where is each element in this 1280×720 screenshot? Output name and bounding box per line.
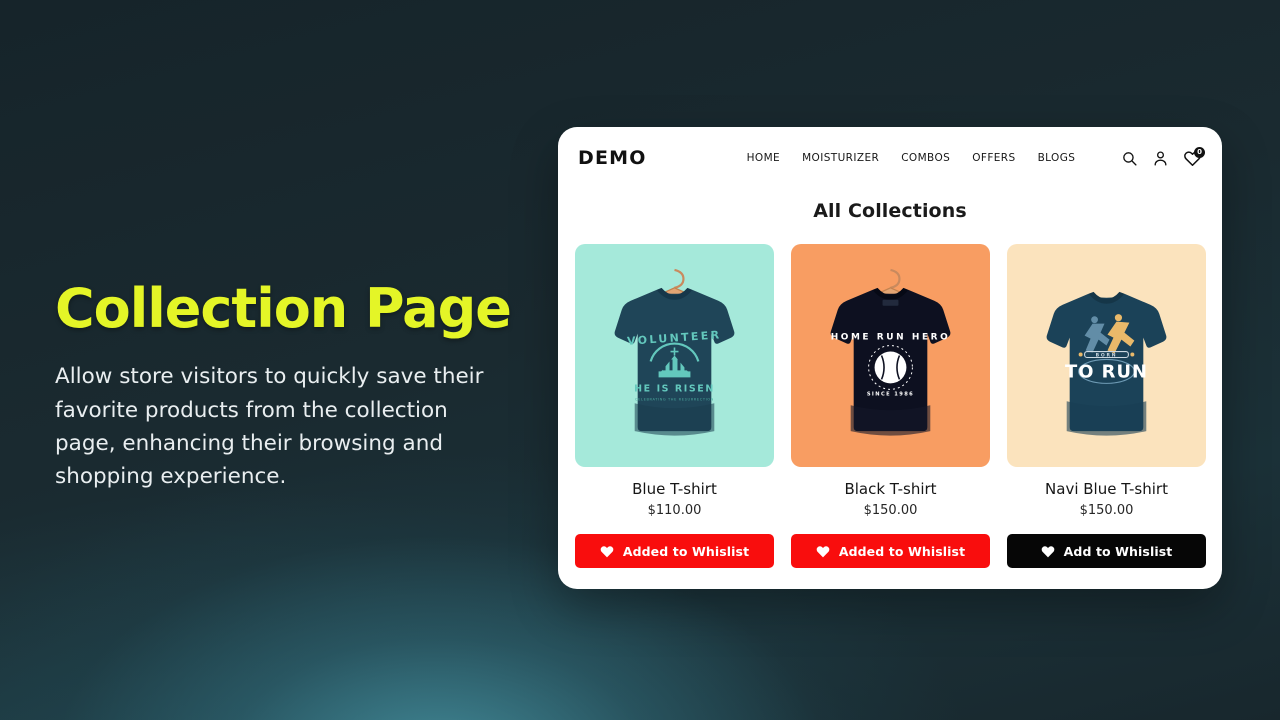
svg-text:HE IS RISEN: HE IS RISEN (634, 383, 715, 394)
tshirt-illustration: BORN TO RUN (1046, 291, 1167, 436)
tshirt-illustration: VOLUNTEER HE IS RISEN CELEBRATING THE RE… (614, 268, 735, 436)
hero-description: Allow store visitors to quickly save the… (55, 364, 484, 490)
product-image-blue-tshirt[interactable]: VOLUNTEER HE IS RISEN CELEBRATING THE RE… (575, 244, 774, 467)
site-header: DEMO HOME MOISTURIZER COMBOS OFFERS BLOG… (558, 127, 1222, 189)
main-nav: HOME MOISTURIZER COMBOS OFFERS BLOGS (747, 152, 1076, 164)
add-to-wishlist-button[interactable]: Add to Whislist (1007, 534, 1206, 568)
page-title: Collection Page (55, 277, 512, 340)
product-image-black-tshirt[interactable]: HOME RUN HERO SINCE 1986 (791, 244, 990, 467)
product-name[interactable]: Black T-shirt (791, 480, 990, 498)
heart-icon (816, 545, 830, 558)
product-image-navi-blue-tshirt[interactable]: BORN TO RUN (1007, 244, 1206, 467)
svg-text:HOME RUN HERO: HOME RUN HERO (831, 333, 951, 343)
svg-text:SINCE 1986: SINCE 1986 (867, 391, 914, 397)
wishlist-button-label: Added to Whislist (838, 543, 966, 559)
wishlist-count-badge: 0 (1194, 146, 1205, 158)
section-title: All Collections (813, 200, 967, 222)
svg-text:BORN: BORN (1096, 352, 1118, 358)
user-icon[interactable] (1152, 150, 1169, 167)
nav-item-blogs[interactable]: BLOGS (1038, 152, 1076, 164)
brand-logo[interactable]: DEMO (578, 147, 647, 169)
hero-text-pane: Collection Page Allow store visitors to … (55, 277, 525, 494)
product-grid: VOLUNTEER HE IS RISEN CELEBRATING THE RE… (558, 222, 1222, 568)
product-name[interactable]: Blue T-shirt (575, 480, 774, 498)
product-card[interactable]: BORN TO RUN Navi Blue T-shirt $150.00 Ad… (1007, 244, 1206, 568)
store-preview-panel: DEMO HOME MOISTURIZER COMBOS OFFERS BLOG… (558, 127, 1222, 589)
wishlist-button-label: Add to Whislist (1063, 543, 1173, 559)
wishlist-heart-icon[interactable]: 0 (1183, 146, 1205, 168)
nav-item-moisturizer[interactable]: MOISTURIZER (802, 152, 879, 164)
nav-item-combos[interactable]: COMBOS (901, 152, 950, 164)
tshirt-illustration: HOME RUN HERO SINCE 1986 (830, 268, 951, 436)
wishlist-button-label: Added to Whislist (622, 543, 750, 559)
heart-icon (1041, 545, 1055, 558)
product-name[interactable]: Navi Blue T-shirt (1007, 480, 1206, 498)
header-actions: 0 (1121, 146, 1205, 168)
product-card[interactable]: VOLUNTEER HE IS RISEN CELEBRATING THE RE… (575, 244, 774, 568)
product-price: $150.00 (1079, 503, 1134, 518)
svg-text:TO RUN: TO RUN (1065, 361, 1148, 382)
product-price: $150.00 (863, 503, 918, 518)
add-to-wishlist-button[interactable]: Added to Whislist (791, 534, 990, 568)
add-to-wishlist-button[interactable]: Added to Whislist (575, 534, 774, 568)
product-price: $110.00 (647, 503, 702, 518)
nav-item-offers[interactable]: OFFERS (972, 152, 1015, 164)
svg-text:CELEBRATING THE RESURRECTION: CELEBRATING THE RESURRECTION (635, 397, 714, 401)
nav-item-home[interactable]: HOME (747, 152, 780, 164)
search-icon[interactable] (1121, 150, 1138, 167)
product-card[interactable]: HOME RUN HERO SINCE 1986 Black T-shirt $… (791, 244, 990, 568)
heart-icon (600, 545, 614, 558)
